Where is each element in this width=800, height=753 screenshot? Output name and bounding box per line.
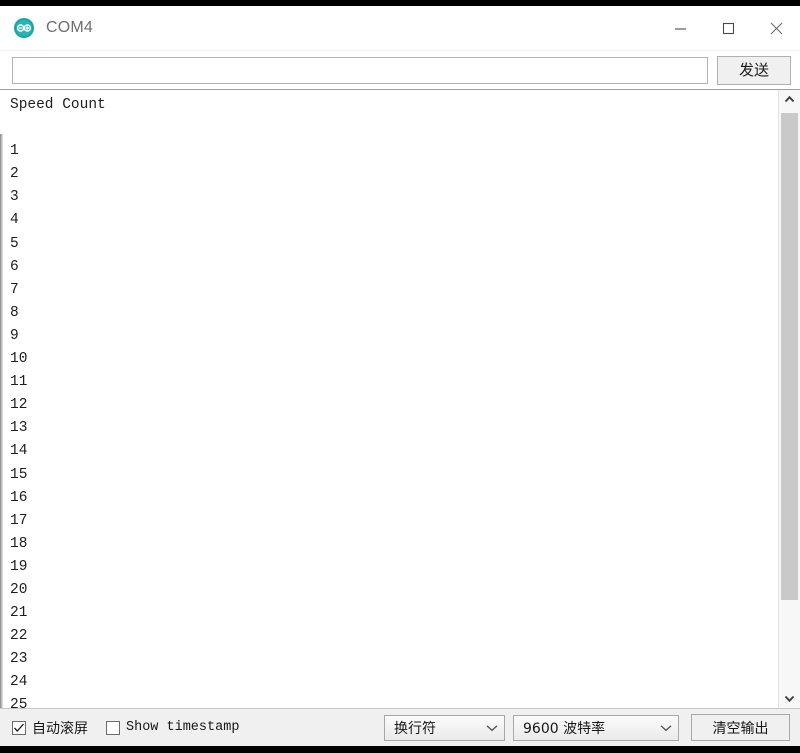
scrollbar-thumb[interactable] [781,113,798,601]
output-line: 17 [10,512,28,529]
window-controls [656,6,800,50]
scrollbar-track[interactable] [779,109,800,689]
scrollbar-down-button[interactable] [779,689,800,708]
output-line: 5 [10,235,19,252]
output-line: 4 [10,212,19,229]
clear-output-button[interactable]: 清空输出 [691,714,790,741]
send-input[interactable] [12,56,708,84]
baud-rate-select[interactable]: 9600 波特率 [513,714,679,741]
minimize-button[interactable] [656,6,704,50]
output-line: 23 [10,651,28,668]
output-line: 18 [10,535,28,552]
output-line: 14 [10,443,28,460]
output-scrollbar[interactable] [778,90,800,708]
output-line: 9 [10,327,19,344]
output-line: 25 [10,697,28,708]
output-line: 6 [10,258,19,275]
newline-select-value: 换行符 [394,720,436,737]
output-line: 20 [10,581,28,598]
output-line: 3 [10,189,19,206]
newline-select[interactable]: 换行符 [384,714,505,741]
title-bar: COM4 [0,6,800,51]
output-line: 24 [10,674,28,691]
timestamp-checkbox[interactable]: Show timestamp [106,720,239,735]
arduino-logo-icon [13,17,35,39]
autoscroll-label: 自动滚屏 [32,720,88,737]
autoscroll-checkbox[interactable]: 自动滚屏 [12,718,88,738]
output-line: 21 [10,605,28,622]
output-line: 12 [10,397,28,414]
timestamp-checkbox-box[interactable] [106,720,120,735]
autoscroll-checkbox-box[interactable] [12,720,26,735]
output-line: 11 [10,374,28,391]
chevron-down-icon [472,724,498,732]
status-bar: 自动滚屏 Show timestamp 换行符 9600 波特率 清空输出 [0,708,800,746]
output-line: 7 [10,281,19,298]
title-bar-left: COM4 [0,17,93,39]
output-line: 16 [10,489,28,506]
output-line: 2 [10,166,19,183]
output-line: 15 [10,466,28,483]
output-line: Speed Count [10,97,106,113]
output-line: 22 [10,628,28,645]
output-line: 13 [10,420,28,437]
send-button[interactable]: 发送 [717,55,791,85]
maximize-button[interactable] [704,6,752,50]
serial-output-text[interactable]: Speed Count 1 2 3 4 5 6 7 8 9 10 11 12 13 14 15 16 17 18 1… [0,90,778,708]
scrollbar-up-button[interactable] [779,90,800,109]
timestamp-label: Show timestamp [126,720,240,735]
baud-rate-select-value: 9600 波特率 [523,720,606,737]
output-line: 10 [10,351,28,368]
output-line: 1 [10,143,19,160]
serial-monitor-window: COM4 发送 Speed Count 1 2 3 4 5 6 7 8 9 10 11 12 13 14 1… [0,6,800,746]
send-bar: 发送 [0,51,800,89]
output-line: 8 [10,304,19,321]
window-title: COM4 [46,19,94,36]
output-line: 19 [10,558,28,575]
chevron-down-icon [646,724,672,732]
close-button[interactable] [752,6,800,50]
output-area: Speed Count 1 2 3 4 5 6 7 8 9 10 11 12 13 14 15 16 17 18 1… [0,89,800,708]
